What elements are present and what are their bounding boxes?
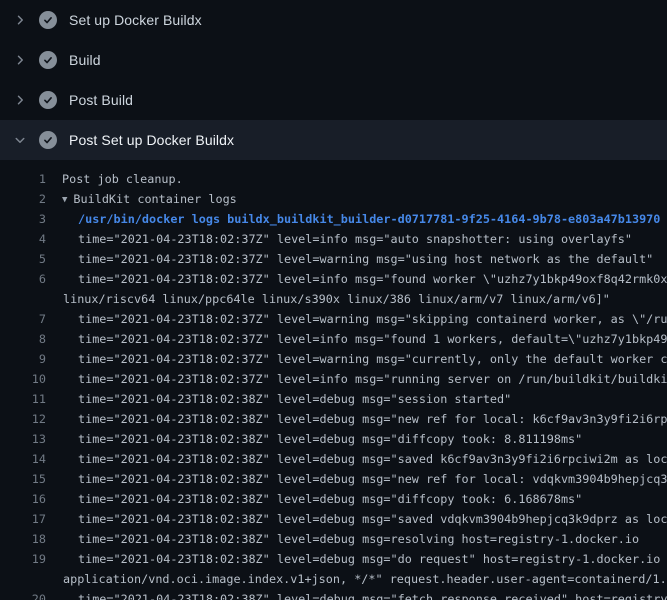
log-text: time="2021-04-23T18:02:37Z" level=warnin… xyxy=(78,309,667,329)
log-row: 6 time="2021-04-23T18:02:37Z" level=info … xyxy=(0,269,667,289)
line-number xyxy=(0,289,46,309)
line-number[interactable]: 17 xyxy=(0,509,46,529)
log-text: Post job cleanup. xyxy=(62,169,183,189)
line-number[interactable]: 16 xyxy=(0,489,46,509)
log-text: time="2021-04-23T18:02:38Z" level=debug … xyxy=(78,409,667,429)
line-number[interactable]: 20 xyxy=(0,589,46,600)
log-text: time="2021-04-23T18:02:38Z" level=debug … xyxy=(78,549,667,569)
log-row: 8 time="2021-04-23T18:02:37Z" level=info … xyxy=(0,329,667,349)
line-number[interactable]: 19 xyxy=(0,549,46,569)
step-label: Post Set up Docker Buildx xyxy=(69,132,234,148)
log-row: 14 time="2021-04-23T18:02:38Z" level=debu… xyxy=(0,449,667,469)
log-text: time="2021-04-23T18:02:37Z" level=info m… xyxy=(78,329,667,349)
log-row: 16 time="2021-04-23T18:02:38Z" level=debu… xyxy=(0,489,667,509)
log-row: 9 time="2021-04-23T18:02:37Z" level=warni… xyxy=(0,349,667,369)
log-text: time="2021-04-23T18:02:37Z" level=warnin… xyxy=(78,349,667,369)
log-row: 18 time="2021-04-23T18:02:38Z" level=debu… xyxy=(0,529,667,549)
line-number[interactable]: 5 xyxy=(0,249,46,269)
log-row: 5 time="2021-04-23T18:02:37Z" level=warni… xyxy=(0,249,667,269)
log-group-title[interactable]: BuildKit container logs xyxy=(73,192,236,206)
log-text: time="2021-04-23T18:02:37Z" level=info m… xyxy=(78,369,667,389)
log-row: 4 time="2021-04-23T18:02:37Z" level=info … xyxy=(0,229,667,249)
log-text: time="2021-04-23T18:02:38Z" level=debug … xyxy=(78,589,667,600)
line-number[interactable]: 10 xyxy=(0,369,46,389)
line-number[interactable]: 13 xyxy=(0,429,46,449)
step-list: Set up Docker Buildx Build Post Build Post … xyxy=(0,0,667,160)
log-text: time="2021-04-23T18:02:38Z" level=debug … xyxy=(78,469,667,489)
step-label: Build xyxy=(69,52,101,68)
chevron-right-icon[interactable] xyxy=(12,12,28,28)
line-number[interactable]: 14 xyxy=(0,449,46,469)
log-command-text: /usr/bin/docker logs buildx_buildkit_bui… xyxy=(78,209,660,229)
log-row: 2 ▼ BuildKit container logs xyxy=(0,189,667,209)
log-row: 7 time="2021-04-23T18:02:37Z" level=warni… xyxy=(0,309,667,329)
log-text: time="2021-04-23T18:02:37Z" level=info m… xyxy=(78,269,667,289)
line-number[interactable]: 7 xyxy=(0,309,46,329)
line-number[interactable]: 6 xyxy=(0,269,46,289)
log-row: 17 time="2021-04-23T18:02:38Z" level=debu… xyxy=(0,509,667,529)
line-number[interactable]: 2 xyxy=(0,189,46,209)
line-number[interactable]: 1 xyxy=(0,169,46,189)
line-number[interactable]: 12 xyxy=(0,409,46,429)
log-text: time="2021-04-23T18:02:37Z" level=warnin… xyxy=(78,249,653,269)
chevron-down-icon[interactable] xyxy=(12,132,28,148)
log-text: time="2021-04-23T18:02:38Z" level=debug … xyxy=(78,489,582,509)
chevron-right-icon[interactable] xyxy=(12,52,28,68)
log-row: 12 time="2021-04-23T18:02:38Z" level=debu… xyxy=(0,409,667,429)
line-number[interactable]: 15 xyxy=(0,469,46,489)
workflow-log-viewer: Set up Docker Buildx Build Post Build Post … xyxy=(0,0,667,600)
triangle-down-icon[interactable]: ▼ xyxy=(62,190,67,209)
log-row: 1 Post job cleanup. xyxy=(0,169,667,189)
step-label: Post Build xyxy=(69,92,133,108)
log-row: 11 time="2021-04-23T18:02:38Z" level=debu… xyxy=(0,389,667,409)
log-text: time="2021-04-23T18:02:38Z" level=debug … xyxy=(78,509,667,529)
log-text: time="2021-04-23T18:02:38Z" level=debug … xyxy=(78,449,667,469)
log-group-row[interactable]: ▼ BuildKit container logs xyxy=(62,189,237,209)
log-row: 15 time="2021-04-23T18:02:38Z" level=debu… xyxy=(0,469,667,489)
log-text: time="2021-04-23T18:02:38Z" level=debug … xyxy=(78,389,511,409)
log-row: 3/usr/bin/docker logs buildx_buildkit_bu… xyxy=(0,209,667,229)
log-panel[interactable]: 1 Post job cleanup. 2 ▼ BuildKit container l… xyxy=(0,160,667,600)
step-row-post-set-up-docker-buildx[interactable]: Post Set up Docker Buildx xyxy=(0,120,667,160)
line-number xyxy=(0,569,46,589)
log-text: time="2021-04-23T18:02:37Z" level=info m… xyxy=(78,229,632,249)
log-row: 20 time="2021-04-23T18:02:38Z" level=debu… xyxy=(0,589,667,600)
log-text: linux/riscv64 linux/ppc64le linux/s390x … xyxy=(63,289,610,309)
step-label: Set up Docker Buildx xyxy=(69,12,202,28)
log-text: time="2021-04-23T18:02:38Z" level=debug … xyxy=(78,429,582,449)
log-text: time="2021-04-23T18:02:38Z" level=debug … xyxy=(78,529,639,549)
line-number[interactable]: 4 xyxy=(0,229,46,249)
check-circle-icon xyxy=(39,131,57,149)
line-number[interactable]: 11 xyxy=(0,389,46,409)
log-row: 13 time="2021-04-23T18:02:38Z" level=debu… xyxy=(0,429,667,449)
log-row: application/vnd.oci.image.index.v1+json,… xyxy=(0,569,667,589)
step-row-set-up-docker-buildx[interactable]: Set up Docker Buildx xyxy=(0,0,667,40)
check-circle-icon xyxy=(39,11,57,29)
line-number[interactable]: 8 xyxy=(0,329,46,349)
log-row: 19 time="2021-04-23T18:02:38Z" level=debu… xyxy=(0,549,667,569)
log-row: linux/riscv64 linux/ppc64le linux/s390x … xyxy=(0,289,667,309)
log-text: application/vnd.oci.image.index.v1+json,… xyxy=(63,569,667,589)
line-number[interactable]: 18 xyxy=(0,529,46,549)
step-row-post-build[interactable]: Post Build xyxy=(0,80,667,120)
step-row-build[interactable]: Build xyxy=(0,40,667,80)
check-circle-icon xyxy=(39,51,57,69)
check-circle-icon xyxy=(39,91,57,109)
line-number[interactable]: 3 xyxy=(0,209,46,229)
chevron-right-icon[interactable] xyxy=(12,92,28,108)
line-number[interactable]: 9 xyxy=(0,349,46,369)
log-row: 10 time="2021-04-23T18:02:37Z" level=info… xyxy=(0,369,667,389)
